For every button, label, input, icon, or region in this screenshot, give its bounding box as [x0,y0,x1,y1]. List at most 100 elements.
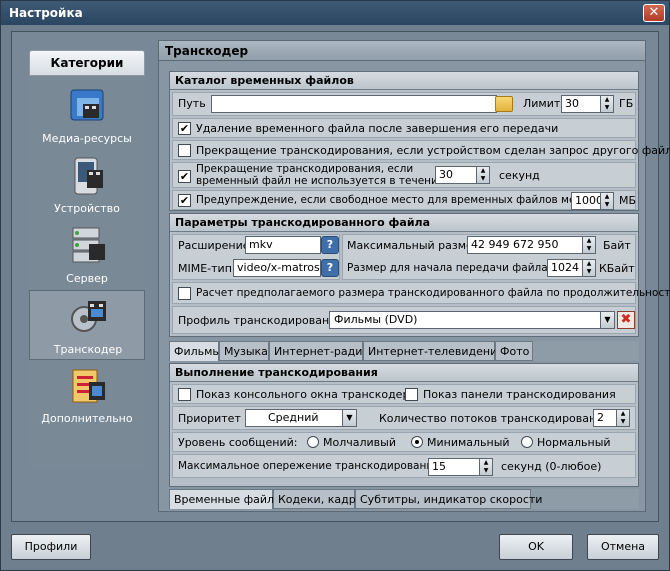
tab-internet-radio[interactable]: Интернет-радио [269,341,369,361]
ahead-label: Максимальное опережение транскодирования [178,460,440,472]
ahead-spinner[interactable]: ▲ ▼ [479,458,493,476]
content-title: Транскодер [159,41,645,61]
start-size-input[interactable]: 1024 [547,259,583,277]
mime-help-icon[interactable]: ? [321,259,339,277]
tab-codecs-frame[interactable]: Кодеки, кадр [273,489,356,509]
max-size-input[interactable]: 42 949 672 950 [467,236,583,254]
profiles-button[interactable]: Профили [11,534,91,560]
ext-mime-row: Расширение mkv ? MIME-тип video/x-matros… [172,234,340,280]
path-input[interactable] [211,95,497,113]
folder-icon[interactable] [495,96,513,112]
category-media-resources[interactable]: Медиа-ресурсы [29,80,145,150]
log-silent-label: Молчаливый [323,436,396,449]
warn-row: ✔ Предупреждение, если свободное место д… [172,190,636,210]
tab-photo[interactable]: Фото [495,341,533,361]
stop-on-request-checkbox[interactable] [178,144,191,157]
media-resources-icon [70,89,104,121]
threads-spinner[interactable]: ▲ ▼ [616,409,630,427]
delete-profile-icon[interactable]: ✖ [617,311,635,329]
category-label: Устройство [54,202,120,215]
window-title: Настройка [9,6,83,20]
ahead-input[interactable]: 15 [428,458,480,476]
warn-input[interactable]: 1000 [571,192,601,210]
log-normal-radio[interactable] [521,436,533,448]
category-transcoder[interactable]: Транскодер [29,290,145,360]
console-checkbox[interactable] [178,388,191,401]
priority-label: Приоритет [178,412,241,425]
ok-button[interactable]: OK [499,534,573,560]
ext-help-icon[interactable]: ? [321,236,339,254]
log-label: Уровень сообщений: [178,436,298,449]
profile-dropdown[interactable]: Фильмы (DVD) ▼ [329,311,615,329]
up-arrow-icon: ▲ [604,193,610,200]
start-size-label: Размер для начала передачи файла [347,262,548,274]
stop-unused-label-2: временный файл не используется в течении [196,175,445,187]
delete-temp-checkbox[interactable]: ✔ [178,122,191,135]
tab-temp-files[interactable]: Временные файлы [169,489,283,509]
delete-temp-label: Удаление временного файла после завершен… [196,122,559,135]
stop-unused-input[interactable]: 30 [435,166,477,184]
delete-temp-row: ✔ Удаление временного файла после заверш… [172,118,636,138]
priority-dropdown[interactable]: Средний ▼ [245,409,357,427]
stop-unused-label-1: Прекращение транскодирования, если [196,163,414,175]
calc-row: Расчет предполагаемого размера транскоди… [172,282,670,304]
log-row: Уровень сообщений: Молчаливый Минимальны… [172,432,636,452]
start-size-spinner[interactable]: ▲ ▼ [582,259,596,277]
stop-unused-checkbox[interactable]: ✔ [178,170,191,183]
ext-input[interactable]: mkv [245,236,321,254]
warn-unit: МБ [619,194,637,207]
limit-input[interactable]: 30 [561,95,601,113]
chevron-down-icon[interactable]: ▼ [600,312,614,328]
additional-icon [72,369,105,403]
limit-unit: ГБ [619,97,634,110]
tab-subtitles-speed[interactable]: Субтитры, индикатор скорости [355,489,542,509]
down-arrow-icon: ▼ [604,104,610,111]
max-size-spinner[interactable]: ▲ ▼ [582,236,596,254]
server-icon [72,227,105,263]
category-device[interactable]: Устройство [29,150,145,220]
stop-unused-row: ✔ Прекращение транскодирования, если вре… [172,162,636,188]
threads-label: Количество потоков транскодирования [379,412,610,425]
up-arrow-icon: ▲ [483,459,489,466]
warn-spinner[interactable]: ▲ ▼ [600,192,614,210]
warn-label: Предупреждение, если свободное место для… [196,194,605,206]
mime-input[interactable]: video/x-matroska [233,259,321,277]
tab-internet-tv[interactable]: Интернет-телевидение [363,341,504,361]
log-minimal-radio[interactable] [411,436,423,448]
stop-unused-spinner[interactable]: ▲ ▼ [476,166,490,184]
panel-checkbox[interactable] [405,388,418,401]
calc-checkbox[interactable] [178,287,191,300]
title-bar: Настройка ✕ [1,1,669,25]
params-group: Параметры транскодированного файла Расши… [169,213,670,337]
down-arrow-icon: ▼ [586,268,592,275]
tab-music[interactable]: Музыка [219,341,269,361]
up-arrow-icon: ▲ [620,410,626,417]
console-row: Показ консольного окна транскодера Показ… [172,384,636,404]
ahead-row: Максимальное опережение транскодирования… [172,454,636,478]
close-button[interactable]: ✕ [643,4,665,22]
log-minimal-label: Минимальный [427,436,510,449]
calc-label: Расчет предполагаемого размера транскоди… [196,287,670,299]
profile-row: Профиль транскодирования Фильмы (DVD) ▼ … [172,306,636,334]
exec-header: Выполнение транскодирования [170,364,638,382]
warn-checkbox[interactable]: ✔ [178,194,191,207]
stop-on-request-row: Прекращение транскодирования, если устро… [172,140,670,160]
threads-input[interactable]: 2 [593,409,617,427]
panel-label: Показ панели транскодирования [423,388,616,401]
priority-value: Средний [268,411,319,424]
log-normal-label: Нормальный [537,436,611,449]
ahead-unit: секунд (0-любое) [501,460,602,473]
ext-label: Расширение [178,239,250,252]
category-server[interactable]: Сервер [29,220,145,290]
chevron-down-icon[interactable]: ▼ [342,410,356,426]
up-arrow-icon: ▲ [586,237,592,244]
profile-label: Профиль транскодирования [178,314,343,327]
cancel-button[interactable]: Отмена [587,534,659,560]
console-label: Показ консольного окна транскодера [196,388,417,401]
category-additional[interactable]: Дополнительно [29,360,145,430]
limit-spinner[interactable]: ▲ ▼ [600,95,614,113]
tab-movies[interactable]: Фильмы [169,341,221,361]
stop-on-request-label: Прекращение транскодирования, если устро… [196,144,670,157]
log-silent-radio[interactable] [307,436,319,448]
stop-unused-unit: секунд [499,169,540,182]
